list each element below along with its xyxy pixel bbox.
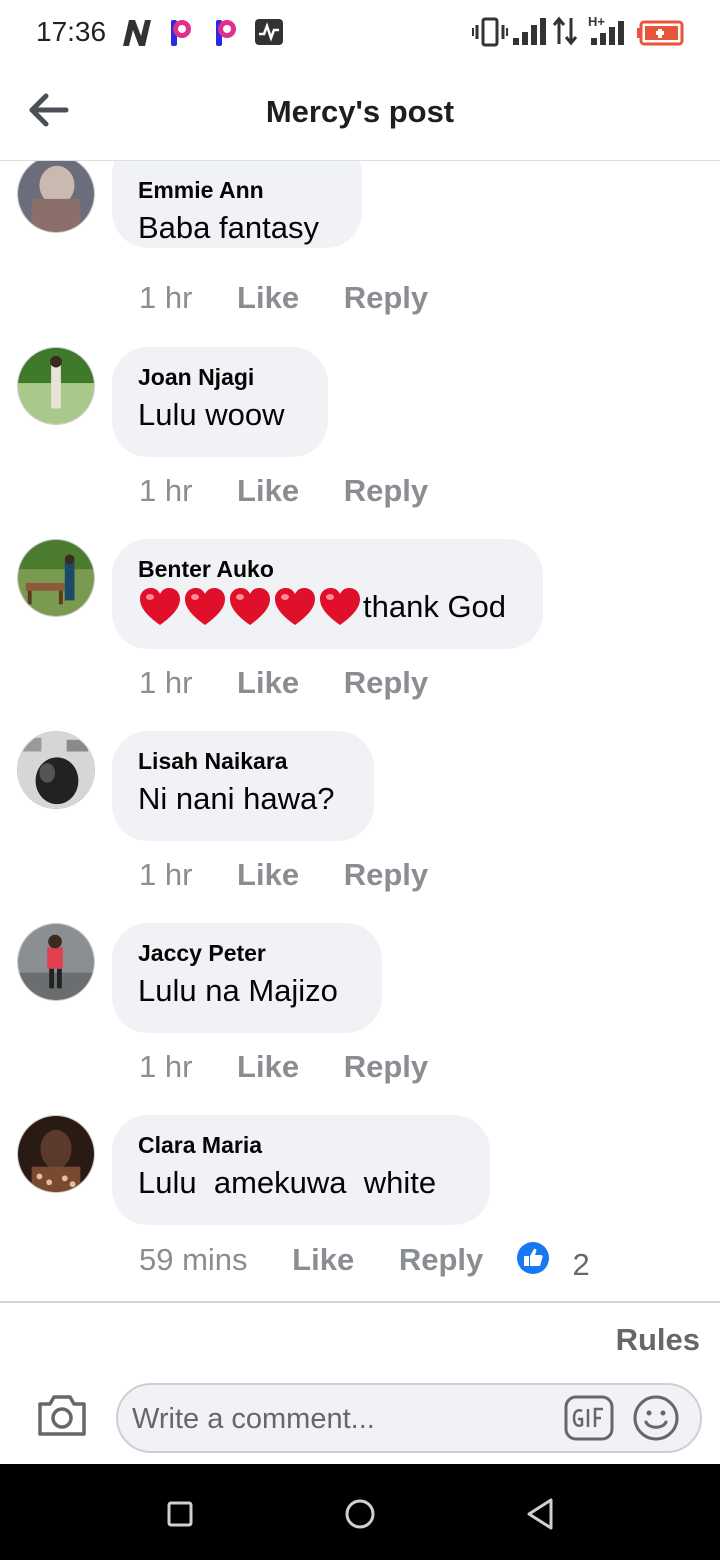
comment-bubble: Clara Maria Lulu amekuwa white <box>112 1115 490 1225</box>
camera-icon[interactable] <box>36 1392 88 1438</box>
comment-text: Lulu woow <box>138 397 285 432</box>
n-logo-icon <box>123 20 151 46</box>
like-button[interactable]: Like <box>237 280 299 316</box>
comment-author[interactable]: Jaccy Peter <box>138 939 356 967</box>
reaction-count: 2 <box>572 1247 590 1282</box>
heart-emoji-icon <box>185 588 225 625</box>
battery-low-icon <box>637 20 684 46</box>
comment-bubble: Jaccy Peter Lulu na Majizo <box>112 923 382 1033</box>
comment-text: thank God <box>138 587 517 627</box>
p-app-icon <box>216 20 236 46</box>
avatar[interactable] <box>17 923 95 1001</box>
like-reaction-icon <box>516 1242 549 1274</box>
comment-actions: 1 hr Like Reply <box>139 280 428 316</box>
comment-actions: 1 hr Like Reply <box>139 857 428 893</box>
comments-list: Emmie Ann Baba fantasy 1 hr Like Reply J… <box>0 161 720 1301</box>
gif-icon[interactable] <box>564 1395 614 1441</box>
reply-button[interactable]: Reply <box>344 1049 428 1085</box>
like-button[interactable]: Like <box>237 857 299 893</box>
activity-icon <box>255 19 283 45</box>
comment-actions: 1 hr Like Reply <box>139 665 428 701</box>
comment-time: 59 mins <box>139 1242 248 1278</box>
comment-time: 1 hr <box>139 473 193 508</box>
comment-time: 1 hr <box>139 1049 193 1084</box>
reply-button[interactable]: Reply <box>399 1242 483 1278</box>
reply-button[interactable]: Reply <box>344 665 428 701</box>
comment-item: Clara Maria Lulu amekuwa white 59 mins L… <box>0 1115 720 1301</box>
comment-input[interactable] <box>132 1397 552 1441</box>
signal-hplus-icon: H+ <box>588 14 628 48</box>
vibrate-icon <box>472 17 508 47</box>
p-app-icon <box>171 20 191 46</box>
comment-item: Emmie Ann Baba fantasy 1 hr Like Reply <box>0 161 720 330</box>
divider <box>0 1301 720 1303</box>
like-button[interactable]: Like <box>237 665 299 701</box>
comment-author[interactable]: Emmie Ann <box>138 176 336 204</box>
comment-item: Lisah Naikara Ni nani hawa? 1 hr Like Re… <box>0 731 720 923</box>
comment-author[interactable]: Joan Njagi <box>138 363 302 391</box>
comment-text: Baba fantasy <box>138 210 319 245</box>
rules-link[interactable]: Rules <box>616 1322 700 1358</box>
heart-emoji-icon <box>275 588 315 625</box>
comment-author[interactable]: Lisah Naikara <box>138 747 348 775</box>
comment-text-content: thank God <box>363 589 507 624</box>
comment-item: Benter Auko thank God 1 hr Like Reply <box>0 539 720 731</box>
like-button[interactable]: Like <box>237 1049 299 1085</box>
avatar[interactable] <box>17 539 95 617</box>
like-button[interactable]: Like <box>237 473 299 509</box>
comment-time: 1 hr <box>139 857 193 892</box>
comment-time: 1 hr <box>139 280 193 315</box>
reply-button[interactable]: Reply <box>344 857 428 893</box>
comment-bubble: Lisah Naikara Ni nani hawa? <box>112 731 374 841</box>
reply-button[interactable]: Reply <box>344 280 428 316</box>
status-bar: 17:36 H+ <box>0 0 720 66</box>
heart-emoji-icon <box>320 588 360 625</box>
comment-actions: 59 mins Like Reply 2 <box>139 1241 590 1283</box>
system-nav-bar <box>0 1464 720 1560</box>
comment-item: Jaccy Peter Lulu na Majizo 1 hr Like Rep… <box>0 923 720 1115</box>
comment-bubble: Emmie Ann Baba fantasy <box>112 161 362 248</box>
page-title: Mercy's post <box>265 94 455 129</box>
emoji-icon[interactable] <box>632 1394 680 1442</box>
reply-button[interactable]: Reply <box>344 473 428 509</box>
like-button[interactable]: Like <box>292 1242 354 1278</box>
comment-bubble: Benter Auko thank God <box>112 539 543 649</box>
comment-time: 1 hr <box>139 665 193 700</box>
comment-bubble: Joan Njagi Lulu woow <box>112 347 328 457</box>
signal-icon <box>513 18 546 45</box>
heart-emoji-icon <box>140 588 180 625</box>
comment-author[interactable]: Clara Maria <box>138 1131 464 1159</box>
comment-item: Joan Njagi Lulu woow 1 hr Like Reply <box>0 347 720 539</box>
avatar[interactable] <box>17 161 95 233</box>
status-time: 17:36 <box>36 16 107 47</box>
avatar[interactable] <box>17 347 95 425</box>
comment-text: Lulu amekuwa white <box>138 1165 437 1200</box>
comment-author[interactable]: Benter Auko <box>138 555 517 583</box>
home-circle-icon[interactable] <box>340 1494 380 1534</box>
recents-square-icon[interactable] <box>160 1494 200 1534</box>
data-arrows-icon <box>552 16 578 46</box>
heart-emojis <box>138 587 363 627</box>
comment-actions: 1 hr Like Reply <box>139 1049 428 1085</box>
post-header: Mercy's post <box>0 66 720 161</box>
comment-composer <box>116 1383 702 1453</box>
avatar[interactable] <box>17 731 95 809</box>
back-triangle-icon[interactable] <box>520 1494 560 1534</box>
heart-emoji-icon <box>230 588 270 625</box>
comment-text: Lulu na Majizo <box>138 973 338 1008</box>
reaction-summary[interactable]: 2 <box>516 1241 590 1283</box>
comment-actions: 1 hr Like Reply <box>139 473 428 509</box>
avatar[interactable] <box>17 1115 95 1193</box>
comment-text: Ni nani hawa? <box>138 781 335 816</box>
